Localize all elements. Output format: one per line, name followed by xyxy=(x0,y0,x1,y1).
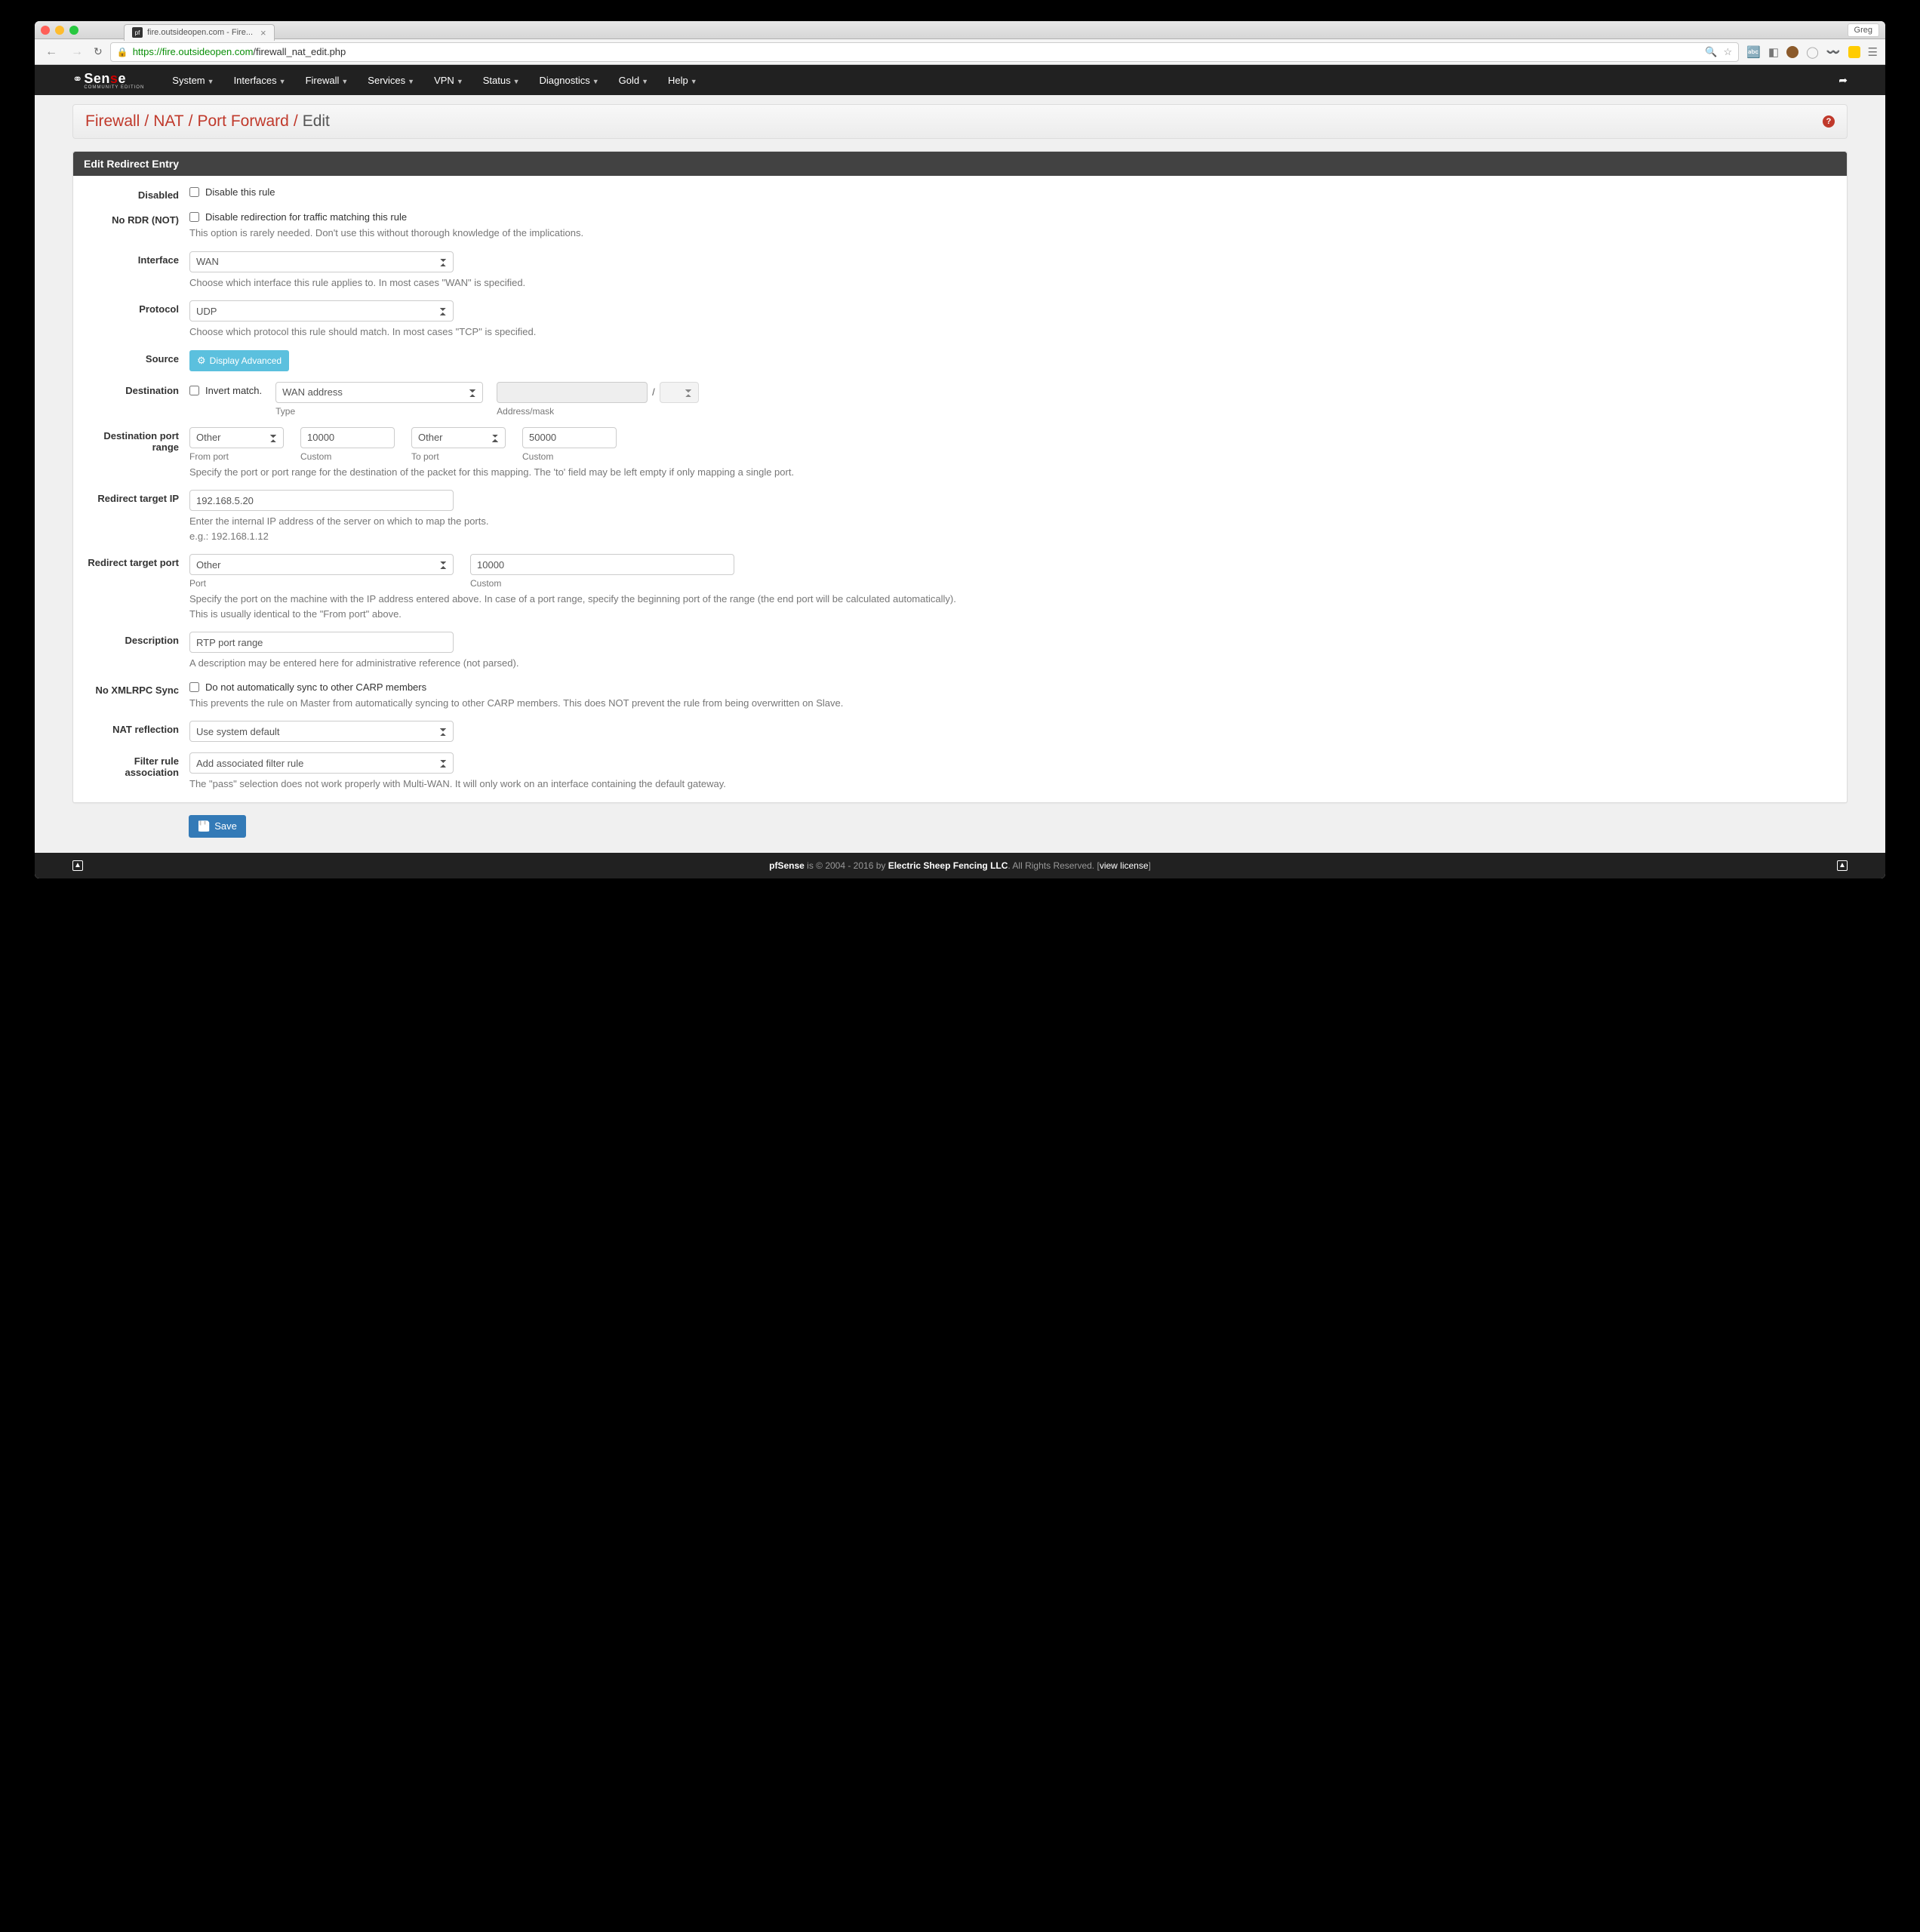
destination-type-label: Type xyxy=(275,406,483,417)
nav-vpn[interactable]: VPN▼ xyxy=(425,67,472,94)
destination-address-input xyxy=(497,382,648,403)
logout-icon[interactable]: ➦ xyxy=(1838,74,1848,87)
search-icon[interactable]: 🔍 xyxy=(1705,46,1717,58)
logo-icon: ⚭ xyxy=(72,72,82,87)
extension-icon[interactable] xyxy=(1848,46,1860,58)
nav-interfaces[interactable]: Interfaces▼ xyxy=(225,67,295,94)
filter-assoc-select[interactable]: Add associated filter rule xyxy=(189,752,454,774)
extension-icon[interactable]: ◯ xyxy=(1806,45,1819,59)
url-path: /firewall_nat_edit.php xyxy=(253,46,346,57)
label-dport: Destination port range xyxy=(84,427,189,453)
cast-extension-icon[interactable]: ◧ xyxy=(1768,45,1779,59)
logo-subtitle: COMMUNITY EDITION xyxy=(84,85,144,90)
bookmark-icon[interactable]: ☆ xyxy=(1724,46,1733,58)
crumb-edit: Edit xyxy=(303,112,330,131)
page-footer: ▲ pfSense is © 2004 - 2016 by Electric S… xyxy=(35,853,1885,878)
destination-mask-label: Address/mask xyxy=(497,406,699,417)
label-description: Description xyxy=(84,632,189,646)
nordr-help: This option is rarely needed. Don't use … xyxy=(189,226,1836,241)
label-disabled: Disabled xyxy=(84,186,189,201)
label-interface: Interface xyxy=(84,251,189,266)
destination-mask-select xyxy=(660,382,699,403)
disabled-checkbox[interactable] xyxy=(189,187,199,197)
browser-profile-button[interactable]: Greg xyxy=(1848,23,1879,37)
nav-diagnostics[interactable]: Diagnostics▼ xyxy=(531,67,608,94)
protocol-select[interactable]: UDP xyxy=(189,300,454,321)
lock-icon: 🔒 xyxy=(117,47,128,57)
dport-help: Specify the port or port range for the d… xyxy=(189,465,1836,480)
xmlrpc-checkbox[interactable] xyxy=(189,682,199,692)
panel-title: Edit Redirect Entry xyxy=(73,152,1847,176)
dport-to-custom-input[interactable] xyxy=(522,427,617,448)
dport-from-custom-input[interactable] xyxy=(300,427,395,448)
window-minimize-button[interactable] xyxy=(55,26,64,35)
save-button[interactable]: Save xyxy=(189,815,246,838)
url-host: ://fire.outsideopen.com xyxy=(154,46,254,57)
target-ip-input[interactable] xyxy=(189,490,454,511)
dport-to-select[interactable]: Other xyxy=(411,427,506,448)
app-logo[interactable]: ⚭ Sense COMMUNITY EDITION xyxy=(72,71,144,90)
extension-icon[interactable] xyxy=(1786,46,1798,58)
window-close-button[interactable] xyxy=(41,26,50,35)
scroll-top-icon[interactable]: ▲ xyxy=(72,860,83,871)
nordr-checkbox[interactable] xyxy=(189,212,199,222)
label-xmlrpc: No XMLRPC Sync xyxy=(84,681,189,696)
crumb-nat[interactable]: NAT xyxy=(153,112,183,131)
favicon-icon: pf xyxy=(132,27,143,38)
label-destination: Destination xyxy=(84,382,189,396)
menu-icon[interactable]: ☰ xyxy=(1868,45,1878,59)
edit-panel: Edit Redirect Entry Disabled Disable thi… xyxy=(72,151,1848,803)
app-navbar: ⚭ Sense COMMUNITY EDITION System▼ Interf… xyxy=(35,65,1885,95)
browser-tab[interactable]: pf fire.outsideopen.com - Fire... × xyxy=(124,24,275,41)
nav-status[interactable]: Status▼ xyxy=(474,67,529,94)
invert-match-checkbox[interactable] xyxy=(189,386,199,395)
interface-select[interactable]: WAN xyxy=(189,251,454,272)
label-target-ip: Redirect target IP xyxy=(84,490,189,504)
protocol-help: Choose which protocol this rule should m… xyxy=(189,325,1836,340)
url-scheme: https xyxy=(133,46,154,57)
tab-close-icon[interactable]: × xyxy=(260,27,266,38)
label-filter-assoc: Filter rule association xyxy=(84,752,189,778)
target-port-select[interactable]: Other xyxy=(189,554,454,575)
tab-title: fire.outsideopen.com - Fire... xyxy=(147,28,253,37)
interface-help: Choose which interface this rule applies… xyxy=(189,275,1836,291)
extension-icon[interactable]: 〰️ xyxy=(1826,45,1841,59)
crumb-port-forward[interactable]: Port Forward xyxy=(197,112,288,131)
label-target-port: Redirect target port xyxy=(84,554,189,568)
browser-toolbar: ← → ↻ 🔒 https://fire.outsideopen.com/fir… xyxy=(35,39,1885,65)
label-reflection: NAT reflection xyxy=(84,721,189,735)
forward-button[interactable]: → xyxy=(68,45,86,59)
label-protocol: Protocol xyxy=(84,300,189,315)
label-nordr: No RDR (NOT) xyxy=(84,211,189,226)
back-button[interactable]: ← xyxy=(42,45,60,59)
page-help-icon[interactable]: ? xyxy=(1823,115,1835,128)
scroll-top-icon-right[interactable]: ▲ xyxy=(1837,860,1848,871)
crumb-firewall[interactable]: Firewall xyxy=(85,112,140,131)
target-port-custom-input[interactable] xyxy=(470,554,734,575)
nav-firewall[interactable]: Firewall▼ xyxy=(297,67,358,94)
dport-from-select[interactable]: Other xyxy=(189,427,284,448)
reflection-select[interactable]: Use system default xyxy=(189,721,454,742)
address-bar[interactable]: 🔒 https://fire.outsideopen.com/firewall_… xyxy=(110,42,1739,62)
label-source: Source xyxy=(84,350,189,365)
nav-help[interactable]: Help▼ xyxy=(659,67,706,94)
display-advanced-button[interactable]: Display Advanced xyxy=(189,350,289,371)
reload-button[interactable]: ↻ xyxy=(94,45,103,58)
window-zoom-button[interactable] xyxy=(69,26,78,35)
description-input[interactable] xyxy=(189,632,454,653)
destination-type-select[interactable]: WAN address xyxy=(275,382,483,403)
breadcrumb: Firewall / NAT / Port Forward / Edit ? xyxy=(72,104,1848,139)
view-license-link[interactable]: view license xyxy=(1100,860,1149,871)
translate-extension-icon[interactable]: 🔤 xyxy=(1746,45,1761,59)
nav-system[interactable]: System▼ xyxy=(163,67,223,94)
nav-gold[interactable]: Gold▼ xyxy=(610,67,657,94)
window-titlebar: pf fire.outsideopen.com - Fire... × Greg xyxy=(35,21,1885,39)
nav-services[interactable]: Services▼ xyxy=(358,67,423,94)
